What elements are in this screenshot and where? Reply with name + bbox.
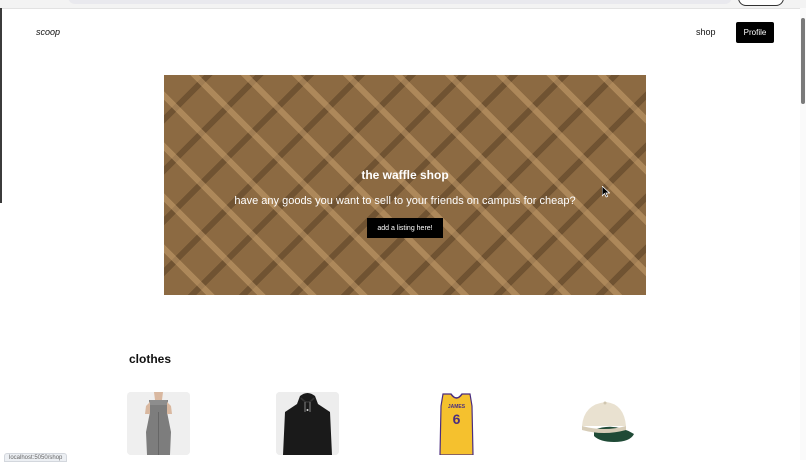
product-card-hoodie[interactable]	[276, 392, 339, 455]
brand-logo[interactable]: scoop	[36, 27, 60, 37]
status-bar-url: localhost:5050/shop	[4, 453, 68, 462]
nav-shop-link[interactable]: shop	[696, 27, 716, 37]
address-bar[interactable]	[68, 0, 732, 4]
profile-button[interactable]: Profile	[736, 22, 774, 43]
black-hoodie-image	[276, 392, 339, 455]
yellow-jersey-image: JAMES 6	[425, 392, 488, 455]
browser-button[interactable]	[738, 0, 784, 6]
hero-subtitle: have any goods you want to sell to your …	[234, 195, 576, 207]
product-card-jersey[interactable]: JAMES 6	[425, 392, 488, 455]
add-listing-button[interactable]: add a listing here!	[367, 218, 443, 238]
product-card-dress[interactable]	[127, 392, 190, 455]
hero-banner: the waffle shop have any goods you want …	[164, 75, 646, 295]
window-edge	[0, 8, 2, 203]
jersey-number-text: 6	[453, 411, 461, 427]
browser-toolbar	[0, 0, 806, 9]
product-card-cap[interactable]	[574, 392, 637, 455]
mouse-cursor-icon	[602, 186, 610, 198]
scrollbar-thumb[interactable]	[801, 18, 805, 104]
section-title-clothes: clothes	[129, 352, 172, 366]
scrollbar[interactable]	[800, 8, 806, 460]
jersey-name-text: JAMES	[448, 404, 466, 410]
hero-title: the waffle shop	[361, 168, 449, 182]
gray-dress-image	[127, 392, 190, 455]
baseball-cap-image	[574, 392, 637, 455]
